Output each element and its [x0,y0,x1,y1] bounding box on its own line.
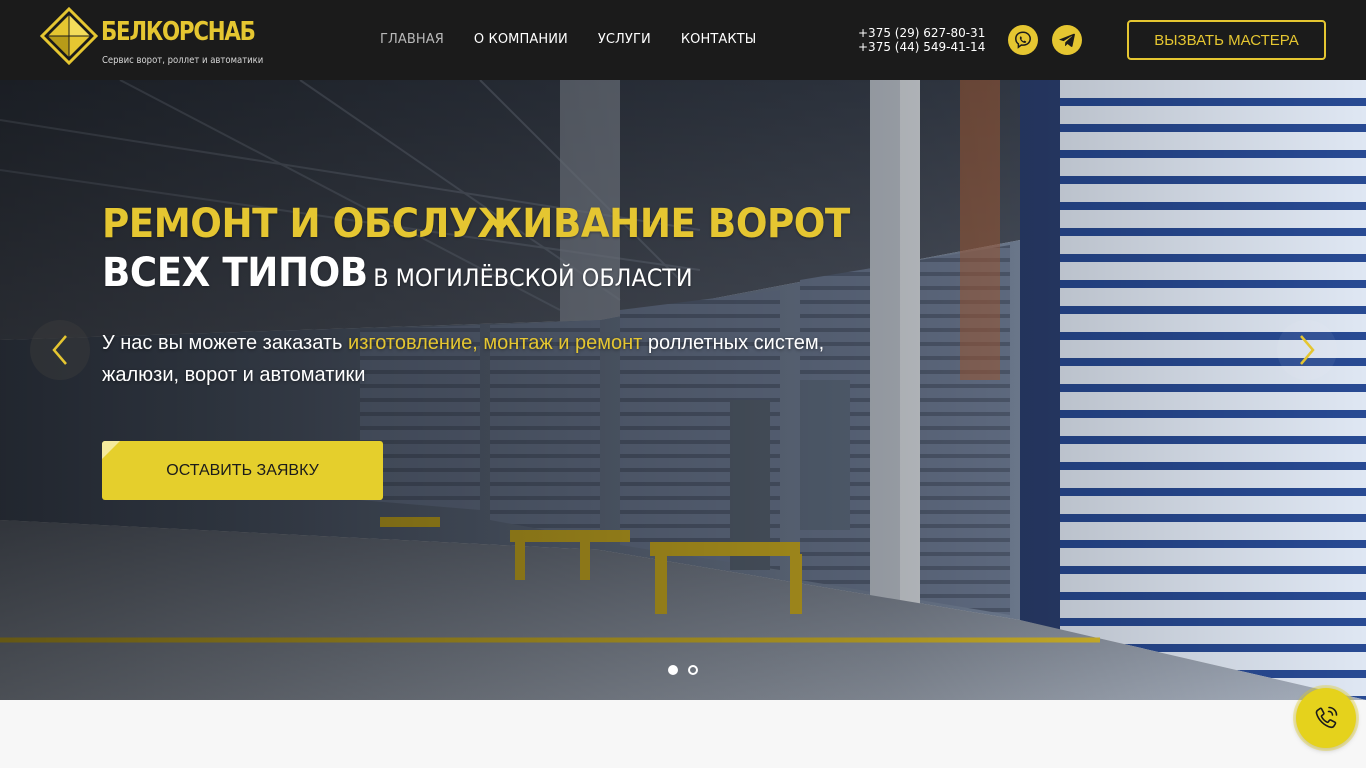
hero-description-highlight: изготовление, монтаж и ремонт [348,332,643,354]
telegram-button[interactable] [1052,25,1082,55]
nav-item-contacts[interactable]: КОНТАКТЫ [681,32,757,47]
hero-description-start: У нас вы можете заказать [102,332,349,354]
nav-item-home[interactable]: ГЛАВНАЯ [380,32,444,47]
phone-link-2[interactable]: +375 (44) 549-41-14 [858,40,985,54]
phone-list: +375 (29) 627-80-31 +375 (44) 549-41-14 [858,26,985,54]
telegram-icon [1059,33,1075,47]
slider-dot-1[interactable] [668,665,678,675]
slider-prev-button[interactable] [30,320,90,380]
hero-subtitle: ВСЕХ ТИПОВ В МОГИЛЁВСКОЙ ОБЛАСТИ [102,250,693,296]
nav-item-services[interactable]: УСЛУГИ [598,32,651,47]
logo-diamond-icon [39,7,99,65]
hero-title: РЕМОНТ И ОБСЛУЖИВАНИЕ ВОРОТ [102,201,850,247]
chevron-right-icon [1300,335,1315,365]
floating-call-button[interactable] [1296,688,1356,748]
logo[interactable]: БЕЛКОРСНАБ Сервис ворот, роллет и автома… [39,7,263,71]
button-corner-decoration [102,441,120,459]
chevron-left-icon [52,335,67,365]
submit-request-label: ОСТАВИТЬ ЗАЯВКУ [166,461,319,479]
nav-item-about[interactable]: О КОМПАНИИ [474,32,568,47]
submit-request-button[interactable]: ОСТАВИТЬ ЗАЯВКУ [102,441,383,500]
slider-next-button[interactable] [1277,320,1337,380]
slider-pagination [668,665,708,675]
hero-description: У нас вы можете заказать изготовление, м… [102,327,842,391]
hero-slider: РЕМОНТ И ОБСЛУЖИВАНИЕ ВОРОТ ВСЕХ ТИПОВ В … [0,80,1366,700]
logo-subtitle: Сервис ворот, роллет и автоматики [102,55,264,66]
viber-icon [1015,31,1031,49]
phone-link-1[interactable]: +375 (29) 627-80-31 [858,26,985,40]
hero-subtitle-main: ВСЕХ ТИПОВ [102,250,368,296]
logo-title: БЕЛКОРСНАБ [101,17,256,47]
phone-ringing-icon [1315,706,1338,729]
site-header: БЕЛКОРСНАБ Сервис ворот, роллет и автома… [0,0,1366,80]
hero-subtitle-region: В МОГИЛЁВСКОЙ ОБЛАСТИ [373,264,693,292]
call-master-button[interactable]: ВЫЗВАТЬ МАСТЕРА [1127,20,1326,60]
viber-button[interactable] [1008,25,1038,55]
main-nav: ГЛАВНАЯ О КОМПАНИИ УСЛУГИ КОНТАКТЫ [380,32,786,47]
slider-dot-2[interactable] [688,665,698,675]
